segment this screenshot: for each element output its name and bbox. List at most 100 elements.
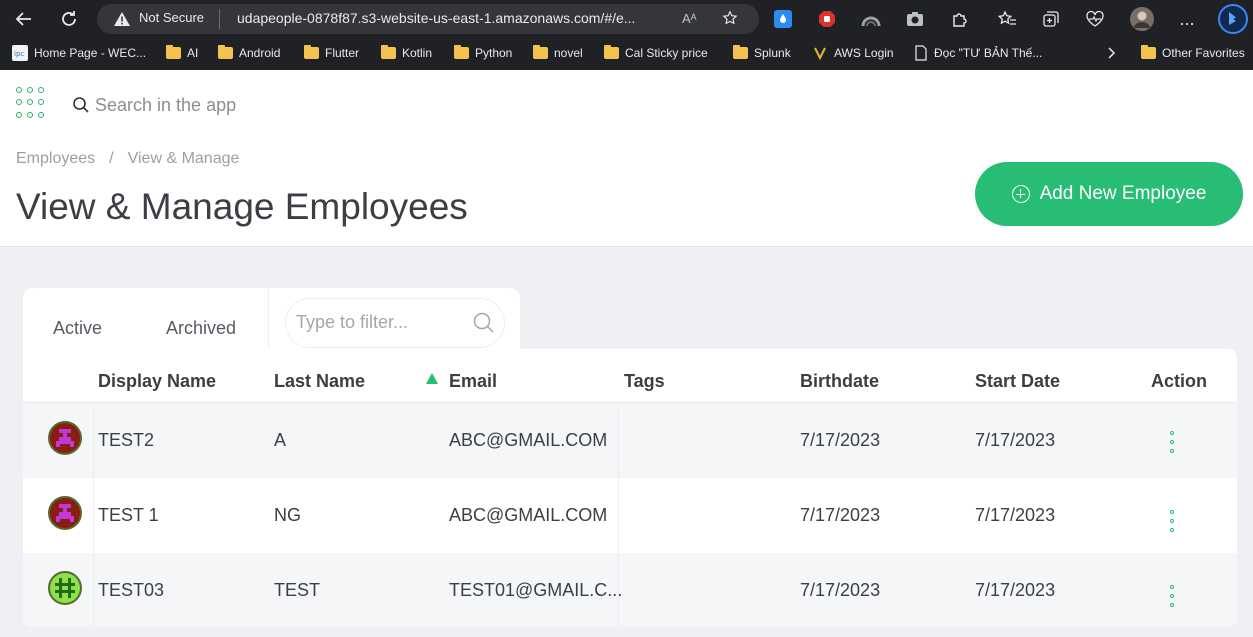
favorite-star-icon[interactable] [721,10,739,26]
bookmark-splunk[interactable]: Splunk [733,44,791,62]
stop-extension-icon[interactable] [816,8,838,30]
bookmark-label: Android [239,46,281,60]
folder-icon [218,45,233,59]
cell-last-name: NG [274,505,301,525]
health-heart-icon[interactable] [1084,8,1106,30]
column-divider [618,403,619,478]
bookmarks-overflow-chevron-icon[interactable] [1107,44,1117,62]
app-launcher-grid-icon[interactable] [16,87,48,119]
url-text[interactable]: udapeople-0878f87.s3-website-us-east-1.a… [237,10,667,26]
extensions-puzzle-icon[interactable] [948,8,970,30]
row-actions-kebab-icon[interactable] [1169,510,1175,532]
column-header-tags[interactable]: Tags [624,371,665,392]
tab-active[interactable]: Active [53,318,102,339]
breadcrumb-separator: / [109,150,114,167]
cell-birthdate: 7/17/2023 [800,430,881,450]
bookmark-label: AI [187,46,199,60]
column-header-email[interactable]: Email [449,371,497,392]
app-header [0,70,1253,140]
bookmark-android[interactable]: Android [218,44,280,62]
bookmark-label: Other Favorites [1162,46,1245,60]
page-icon [915,45,927,61]
bookmark-kotlin[interactable]: Kotlin [381,44,432,62]
bookmark-novel[interactable]: novel [533,44,583,62]
filter-box [285,298,505,348]
camera-icon[interactable] [904,8,926,30]
column-header-last-name[interactable]: Last Name [274,371,365,392]
cell-start-date: 7/17/2023 [975,505,1056,525]
folder-icon [1141,45,1156,59]
cell-email: ABC@GMAIL.COM [449,430,608,450]
read-aloud-icon[interactable]: Aᴬ [682,11,700,27]
cell-display-name: TEST 1 [98,505,159,525]
bing-chat-icon[interactable] [1218,4,1248,34]
security-status[interactable]: Not Secure [139,10,204,25]
cell-birthdate: 7/17/2023 [800,505,881,525]
bookmark-label: Python [475,46,513,60]
tab-divider [268,288,269,350]
bookmark-label: Đọc "TƯ BẢN Thế... [934,46,1043,60]
folder-icon [304,45,319,59]
sort-ascending-icon[interactable] [426,373,438,384]
cell-birthdate: 7/17/2023 [800,580,881,600]
cell-display-name: TEST2 [98,430,155,450]
bookmark-flutter[interactable]: Flutter [304,44,359,62]
address-bar[interactable]: Not Secure udapeople-0878f87.s3-website-… [97,4,759,34]
bookmark-aws-login[interactable]: AWS Login [812,44,894,62]
collections-icon[interactable] [1040,8,1062,30]
rainbow-extension-icon[interactable] [860,8,882,30]
reload-icon[interactable] [57,7,81,31]
cell-email: TEST01@GMAIL.C... [449,580,623,600]
browser-toolbar: Not Secure udapeople-0878f87.s3-website-… [0,0,1253,38]
back-arrow-icon[interactable] [12,7,36,31]
column-divider [618,553,619,627]
cell-email: ABC@GMAIL.COM [449,505,608,525]
cell-last-name: A [274,430,287,450]
add-new-employee-label: Add New Employee [1039,183,1207,204]
folder-icon [381,45,396,59]
avatar [48,496,82,530]
column-header-action: Action [1151,371,1207,391]
avatar [48,571,82,605]
add-new-employee-button[interactable]: Add New Employee [975,162,1243,226]
row-actions-kebab-icon[interactable] [1169,585,1175,607]
favorites-icon[interactable] [996,8,1018,30]
column-header-start-date: Start Date [975,371,1061,391]
bookmarks-bar: ipc Home Page - WEC... AI Android Flutte… [0,40,1253,66]
bookmark-ai[interactable]: AI [166,44,198,62]
bookmark-other-favorites[interactable]: Other Favorites [1141,44,1245,62]
column-header-birthdate[interactable]: Birthdate [800,371,879,392]
app-search-input[interactable] [95,90,885,120]
bookmark-label: Splunk [754,46,791,60]
cell-start-date: 7/17/2023 [975,580,1056,600]
tab-archived[interactable]: Archived [166,318,236,339]
profile-avatar[interactable] [1130,7,1154,31]
table-row[interactable]: TEST03 TEST TEST01@GMAIL.C... 7/17/2023 … [23,553,1237,627]
breadcrumb-employees-link[interactable]: Employees [16,150,95,168]
column-divider [93,403,94,478]
column-header-display-name[interactable]: Display Name [98,371,216,392]
droplet-extension-icon[interactable] [772,8,794,30]
page-header: Employees / View & Manage View & Manage … [0,140,1253,247]
aws-icon [814,47,826,61]
bookmark-cal-sticky-price[interactable]: Cal Sticky price [604,44,708,62]
folder-icon [166,45,181,59]
bookmark-home-page[interactable]: ipc Home Page - WEC... [12,44,146,62]
table-row[interactable]: TEST2 A ABC@GMAIL.COM 7/17/2023 7/17/202… [23,403,1237,478]
breadcrumb-current: View & Manage [127,150,240,167]
row-actions-kebab-icon[interactable] [1169,431,1175,453]
more-menu-icon[interactable]: ... [1176,8,1198,30]
column-divider [618,478,619,553]
breadcrumb: Employees / View & Manage [16,150,239,168]
filter-search-icon[interactable] [472,311,496,335]
tabs-bar: Active Archived [23,288,520,350]
filter-input[interactable] [296,312,456,333]
browser-chrome: Not Secure udapeople-0878f87.s3-website-… [0,0,1253,70]
column-divider [93,478,94,553]
bookmark-doc-tu-ban[interactable]: Đọc "TƯ BẢN Thế... [914,44,1042,62]
table-row[interactable]: TEST 1 NG ABC@GMAIL.COM 7/17/2023 7/17/2… [23,478,1237,553]
cell-last-name: TEST [274,580,321,600]
cell-start-date: 7/17/2023 [975,430,1056,450]
bookmark-python[interactable]: Python [454,44,512,62]
warning-icon [114,12,130,26]
